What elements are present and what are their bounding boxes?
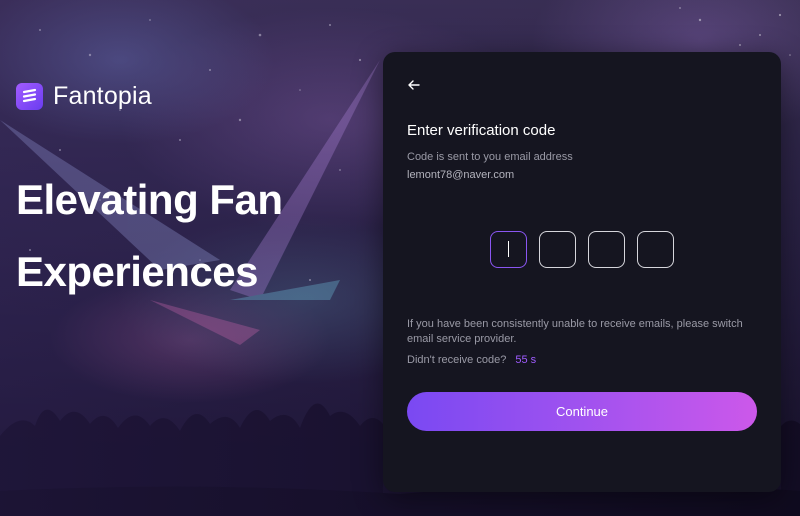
verification-card: Enter verification code Code is sent to …	[383, 52, 781, 492]
arrow-left-icon	[408, 80, 420, 90]
resend-row: Didn't receive code? 55 s	[407, 354, 536, 366]
brand-name: Fantopia	[53, 82, 152, 110]
continue-button[interactable]: Continue	[407, 392, 757, 431]
hero-line-2: Experiences	[16, 248, 258, 295]
verification-email: lemont78@naver.com	[407, 169, 515, 181]
verification-title: Enter verification code	[407, 122, 556, 139]
code-digit-4[interactable]	[637, 231, 674, 268]
back-button[interactable]	[405, 76, 423, 94]
resend-label: Didn't receive code?	[407, 354, 507, 366]
help-text: If you have been consistently unable to …	[407, 318, 743, 345]
hero-line-1: Elevating Fan	[16, 176, 283, 223]
code-digit-2[interactable]	[539, 231, 576, 268]
hero-headline: Elevating Fan Experiences	[16, 164, 283, 308]
code-input-group	[490, 231, 674, 268]
resend-timer: 55 s	[515, 354, 537, 366]
login-page: Fantopia Elevating Fan Experiences Enter…	[0, 0, 800, 516]
brand: Fantopia	[16, 82, 152, 111]
code-digit-3[interactable]	[588, 231, 625, 268]
verification-subtitle: Code is sent to you email address	[407, 151, 573, 163]
code-digit-1[interactable]	[490, 231, 527, 268]
text-caret	[508, 241, 509, 257]
brand-logo-icon	[16, 83, 43, 110]
